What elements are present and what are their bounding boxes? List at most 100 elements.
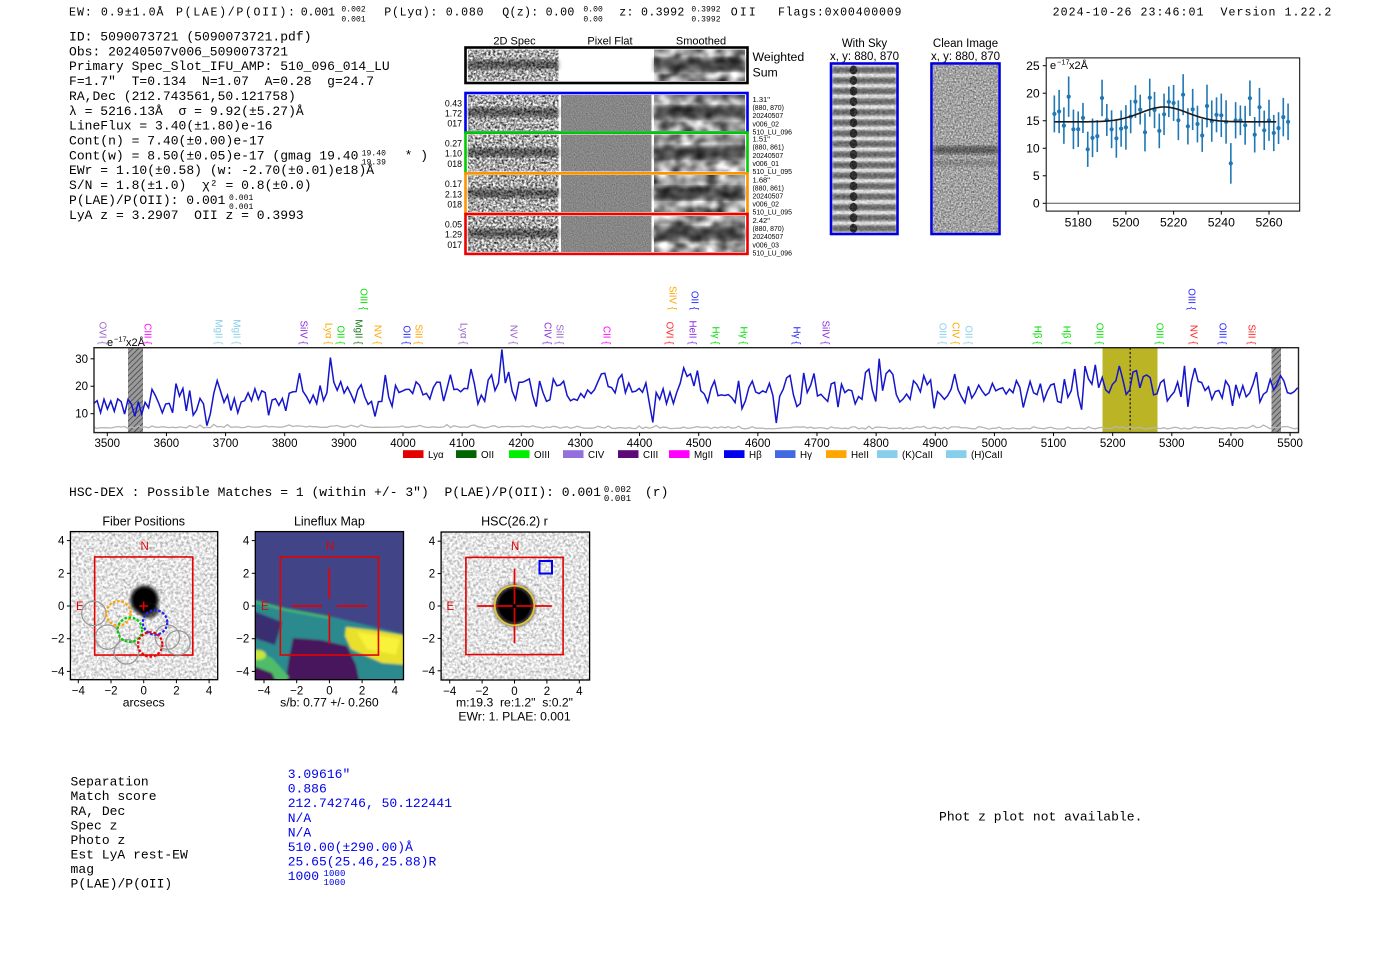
- svg-text:1.68": 1.68": [753, 175, 771, 184]
- svg-text:−2: −2: [104, 686, 117, 698]
- svg-text:v006_02: v006_02: [753, 202, 780, 209]
- svg-text:SiIV {: SiIV {: [820, 321, 831, 346]
- svg-text:CIV {: CIV {: [542, 322, 553, 345]
- svg-text:4500: 4500: [686, 438, 712, 450]
- svg-text:4: 4: [243, 536, 250, 548]
- svg-text:SiII {: SiII {: [554, 324, 565, 345]
- svg-text:4100: 4100: [449, 438, 475, 450]
- svg-text:MgII {: MgII {: [353, 319, 364, 345]
- svg-text:S/N = 1.8(±1.0) χ² = 0.8(±0.0: S/N = 1.8(±1.0) χ² = 0.8(±0.0): [69, 178, 312, 193]
- svg-text:OII: OII: [481, 450, 494, 461]
- svg-text:2.42": 2.42": [753, 216, 771, 225]
- svg-text:m:19.3 re:1.2" s:0.2": m:19.3 re:1.2" s:0.2": [456, 696, 573, 710]
- svg-text:15: 15: [1026, 114, 1040, 128]
- svg-text:OIII {: OIII {: [1154, 323, 1165, 346]
- svg-text:10: 10: [75, 409, 88, 421]
- svg-text:2: 2: [173, 686, 179, 698]
- svg-text:P(LAE)/P(OII): P(LAE)/P(OII): [71, 877, 173, 892]
- svg-text:2024-10-26 23:46:01 Version 1: 2024-10-26 23:46:01 Version 1.22.2: [1053, 7, 1332, 20]
- svg-text:F=1.7" T=0.134 N=1.07 A=0.2: F=1.7" T=0.134 N=1.07 A=0.28 g=24.7: [69, 74, 374, 89]
- svg-text:5200: 5200: [1112, 216, 1139, 230]
- svg-text:v006_01: v006_01: [753, 161, 780, 168]
- svg-text:2: 2: [243, 568, 249, 580]
- svg-text:0.001: 0.001: [229, 194, 253, 203]
- svg-text:2D Spec: 2D Spec: [493, 36, 536, 48]
- svg-text:SiIV {: SiIV {: [667, 286, 678, 311]
- svg-text:OII: OII: [731, 7, 756, 20]
- svg-text:10: 10: [1026, 142, 1040, 156]
- svg-text:20: 20: [1026, 86, 1040, 100]
- svg-text:4800: 4800: [863, 438, 889, 450]
- svg-text:5200: 5200: [1100, 438, 1126, 450]
- svg-text:(r): (r): [645, 485, 669, 500]
- svg-text:−17: −17: [114, 335, 127, 344]
- svg-text:017: 017: [447, 119, 462, 129]
- svg-text:0.001: 0.001: [604, 494, 631, 504]
- svg-text:s/b: 0.77 +/- 0.260: s/b: 0.77 +/- 0.260: [280, 696, 379, 710]
- svg-text:3600: 3600: [154, 438, 180, 450]
- svg-text:Weighted: Weighted: [753, 50, 805, 64]
- svg-text:λ = 5216.13Å σ = 9.92(±5.27)Å: λ = 5216.13Å σ = 9.92(±5.27)Å: [69, 104, 304, 119]
- svg-text:Phot z plot not available.: Phot z plot not available.: [939, 810, 1142, 825]
- svg-text:(880, 861): (880, 861): [753, 185, 784, 192]
- svg-text:HSC(26.2) r: HSC(26.2) r: [481, 515, 548, 529]
- svg-text:With Sky: With Sky: [842, 38, 888, 50]
- svg-text:0.886: 0.886: [288, 782, 327, 797]
- svg-text:19.40: 19.40: [362, 149, 386, 158]
- svg-text:OVI {: OVI {: [97, 322, 108, 346]
- svg-text:−4: −4: [422, 666, 436, 678]
- svg-text:5240: 5240: [1208, 216, 1235, 230]
- svg-text:0: 0: [58, 601, 64, 613]
- svg-text:N/A: N/A: [288, 811, 312, 826]
- svg-text:ID: 5090073721 (5090073721.pdf: ID: 5090073721 (5090073721.pdf): [69, 29, 312, 44]
- svg-text:Clean Image: Clean Image: [933, 38, 998, 50]
- svg-text:017: 017: [447, 240, 462, 250]
- svg-text:x, y: 880, 870: x, y: 880, 870: [931, 51, 1000, 63]
- svg-text:0: 0: [1033, 197, 1040, 211]
- svg-text:v006_03: v006_03: [753, 242, 780, 249]
- svg-text:EWr = 1.10(±0.58) (w: -2.70(±0: EWr = 1.10(±0.58) (w: -2.70(±0.01)e18)Å: [69, 163, 374, 178]
- svg-text:30: 30: [75, 354, 88, 366]
- svg-text:0: 0: [243, 601, 249, 613]
- svg-text:5220: 5220: [1160, 216, 1187, 230]
- svg-text:Obs: 20240507v006_5090073721: Obs: 20240507v006_5090073721: [69, 44, 288, 59]
- svg-text:5500: 5500: [1277, 438, 1303, 450]
- svg-text:3900: 3900: [331, 438, 357, 450]
- svg-text:−4: −4: [72, 686, 86, 698]
- svg-text:OII {: OII {: [335, 325, 346, 345]
- svg-text:CIII {: CIII {: [142, 323, 153, 345]
- svg-text:0.3992: 0.3992: [691, 6, 720, 15]
- svg-text:4: 4: [58, 536, 65, 548]
- svg-text:1.72: 1.72: [445, 109, 462, 119]
- svg-text:25: 25: [1026, 59, 1040, 73]
- svg-text:MgII {: MgII {: [231, 319, 242, 345]
- svg-text:EW: 0.9±1.0Å: EW: 0.9±1.0Å: [69, 7, 164, 20]
- svg-text:SiII {: SiII {: [413, 324, 424, 345]
- svg-text:−2: −2: [236, 634, 249, 646]
- svg-text:20: 20: [75, 381, 88, 393]
- svg-text:RA,Dec (212.743561,50.121758): RA,Dec (212.743561,50.121758): [69, 89, 296, 104]
- svg-text:(880, 870): (880, 870): [753, 105, 784, 112]
- svg-text:−17: −17: [1057, 58, 1070, 67]
- svg-text:OIII {: OIII {: [1186, 288, 1197, 311]
- svg-text:510.00(±290.00)Å: 510.00(±290.00)Å: [288, 840, 413, 855]
- svg-text:0.00: 0.00: [583, 15, 603, 24]
- svg-text:3800: 3800: [272, 438, 298, 450]
- svg-text:−4: −4: [236, 666, 250, 678]
- svg-text:CIII: CIII: [643, 450, 658, 461]
- svg-text:E: E: [447, 601, 455, 613]
- svg-text:Q(z): 0.00: Q(z): 0.00: [502, 7, 574, 20]
- svg-text:1.10: 1.10: [445, 149, 462, 159]
- svg-text:4: 4: [392, 686, 399, 698]
- svg-text:4700: 4700: [804, 438, 830, 450]
- svg-text:NV {: NV {: [372, 325, 383, 345]
- svg-text:Est LyA rest-EW: Est LyA rest-EW: [71, 848, 188, 863]
- svg-text:20240507: 20240507: [753, 153, 784, 160]
- svg-text:4000: 4000: [390, 438, 416, 450]
- svg-text:(880, 861): (880, 861): [753, 145, 784, 152]
- svg-text:v006_02: v006_02: [753, 121, 780, 128]
- svg-text:OII {: OII {: [963, 325, 974, 345]
- svg-text:4: 4: [429, 536, 436, 548]
- svg-text:mag: mag: [71, 862, 95, 877]
- svg-text:LineFlux = 3.40(±1.80)e-16: LineFlux = 3.40(±1.80)e-16: [69, 119, 272, 134]
